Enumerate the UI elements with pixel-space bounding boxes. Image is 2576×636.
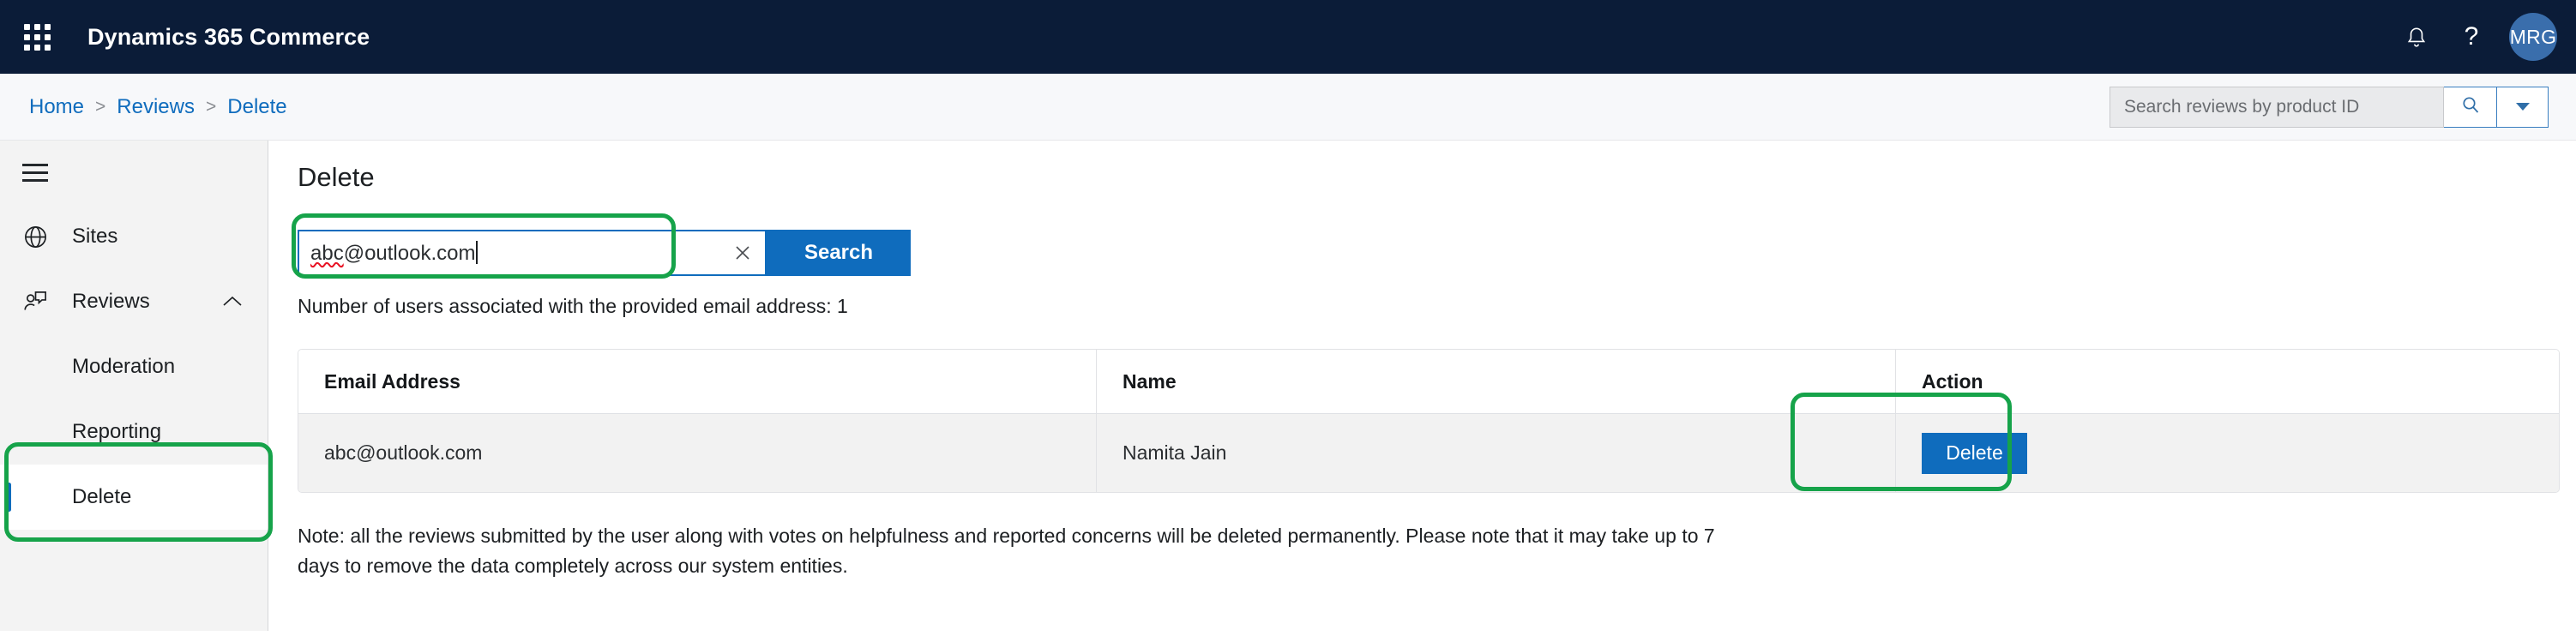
- sidebar-toggle-button[interactable]: [0, 141, 268, 204]
- column-header-name: Name: [1096, 350, 1895, 413]
- email-search-value-rest: @outlook.com: [343, 241, 476, 265]
- users-table: Email Address Name Action abc@outlook.co…: [298, 349, 2560, 493]
- email-search-row: abc@outlook.com Search: [298, 230, 911, 276]
- chevron-down-icon: [2515, 103, 2530, 111]
- breadcrumb-item-home[interactable]: Home: [26, 93, 87, 121]
- breadcrumb-separator: >: [206, 96, 217, 117]
- sidebar-item-moderation[interactable]: Moderation: [0, 334, 268, 399]
- close-x-icon[interactable]: [731, 231, 754, 274]
- help-button[interactable]: ?: [2444, 0, 2499, 74]
- app-title: Dynamics 365 Commerce: [87, 23, 370, 50]
- email-search-button[interactable]: Search: [767, 230, 911, 276]
- breadcrumb-bar: Home > Reviews > Delete: [0, 74, 2576, 141]
- sidebar-subitem-label: Moderation: [72, 355, 176, 378]
- breadcrumb: Home > Reviews > Delete: [26, 93, 291, 121]
- question-mark-icon: ?: [2464, 22, 2479, 51]
- breadcrumb-item-reviews[interactable]: Reviews: [113, 93, 198, 121]
- breadcrumb-item-delete[interactable]: Delete: [224, 93, 290, 121]
- table-row: abc@outlook.com Namita Jain Delete: [298, 414, 2559, 492]
- row-delete-button[interactable]: Delete: [1922, 432, 2027, 474]
- notifications-button[interactable]: [2389, 0, 2444, 74]
- app-launcher-button[interactable]: [0, 0, 74, 74]
- table-header-row: Email Address Name Action: [298, 350, 2559, 414]
- app-header: Dynamics 365 Commerce ? MRG: [0, 0, 2576, 74]
- global-search-submit-button[interactable]: [2444, 86, 2497, 128]
- column-header-action: Action: [1895, 350, 2559, 413]
- hamburger-menu-icon: [22, 163, 48, 182]
- bell-icon: [2405, 25, 2428, 49]
- breadcrumb-separator: >: [95, 96, 106, 117]
- app-launcher-grid-icon: [23, 23, 51, 51]
- sidebar-item-sites[interactable]: Sites: [0, 204, 268, 269]
- chevron-up-icon[interactable]: [221, 295, 244, 309]
- main-content: Delete abc@outlook.com Search Number of …: [269, 141, 2576, 631]
- sidebar-item-label: Sites: [72, 225, 118, 248]
- globe-icon: [22, 224, 55, 250]
- sidebar: Sites Reviews Moderation Reporting Delet…: [0, 141, 268, 631]
- sidebar-item-reporting[interactable]: Reporting: [0, 399, 268, 465]
- global-search: [2110, 86, 2549, 128]
- column-header-email: Email Address: [324, 370, 460, 393]
- magnifier-icon: [2460, 94, 2481, 119]
- page-title: Delete: [298, 162, 375, 192]
- sidebar-subitem-label: Delete: [72, 485, 132, 508]
- note-text: Note: all the reviews submitted by the u…: [298, 525, 1715, 577]
- cell-action: Delete: [1895, 414, 2559, 492]
- sidebar-item-label: Reviews: [72, 290, 150, 313]
- cell-email: abc@outlook.com: [324, 441, 483, 464]
- cell-name: Namita Jain: [1096, 414, 1895, 492]
- email-search-value-misspelled: abc: [310, 241, 344, 265]
- header-actions: ? MRG: [2389, 0, 2576, 74]
- sidebar-item-reviews[interactable]: Reviews: [0, 269, 268, 334]
- avatar[interactable]: MRG: [2509, 13, 2557, 61]
- result-count-text: Number of users associated with the prov…: [298, 295, 848, 317]
- sidebar-subitem-label: Reporting: [72, 420, 162, 443]
- text-cursor: [476, 240, 478, 264]
- sidebar-item-delete[interactable]: Delete: [0, 465, 268, 530]
- email-search-value: abc@outlook.com: [310, 240, 478, 266]
- email-search-field[interactable]: abc@outlook.com: [298, 230, 767, 276]
- global-search-dropdown-button[interactable]: [2497, 86, 2549, 128]
- review-person-icon: [22, 289, 55, 315]
- global-search-input[interactable]: [2110, 86, 2444, 128]
